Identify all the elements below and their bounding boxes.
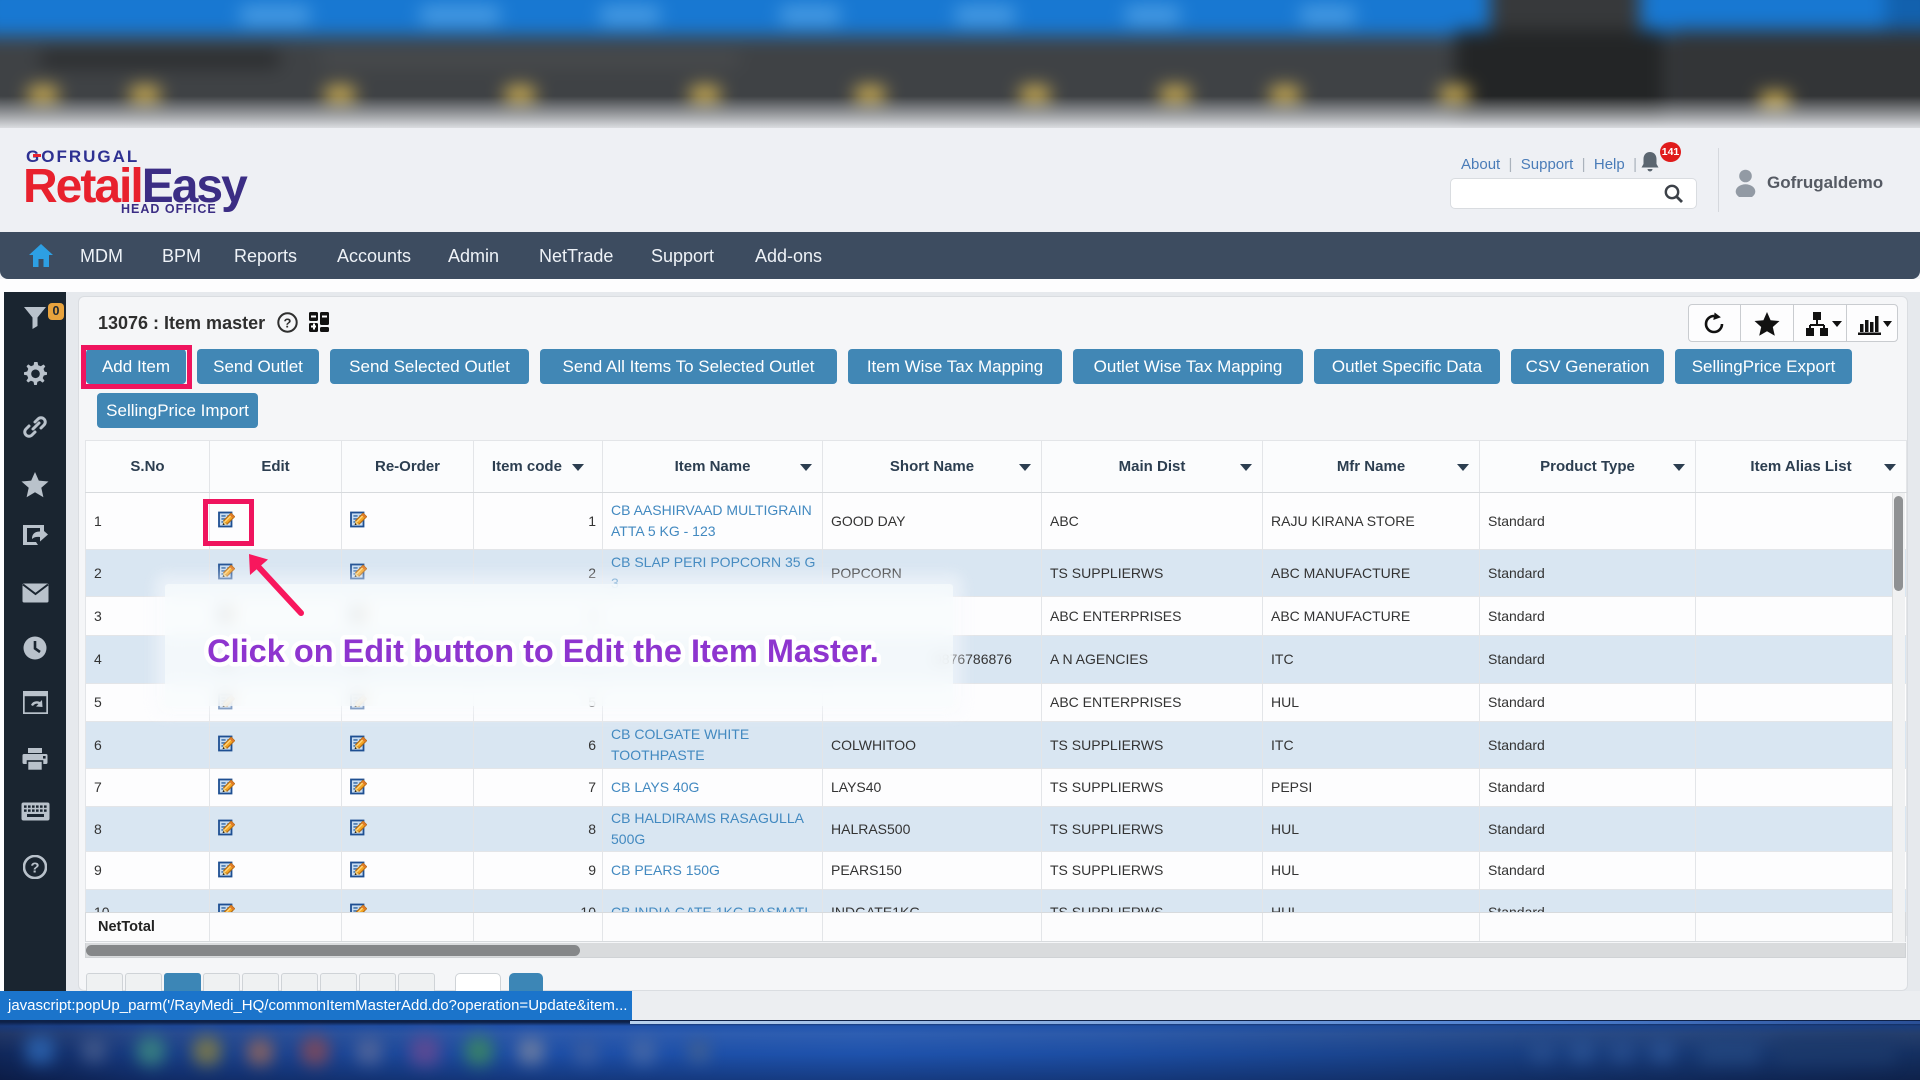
svg-text:?: ? [30,860,39,877]
svg-text:?: ? [284,316,292,331]
svg-text:Click on Edit button to Edit t: Click on Edit button to Edit the Item Ma… [207,633,879,669]
